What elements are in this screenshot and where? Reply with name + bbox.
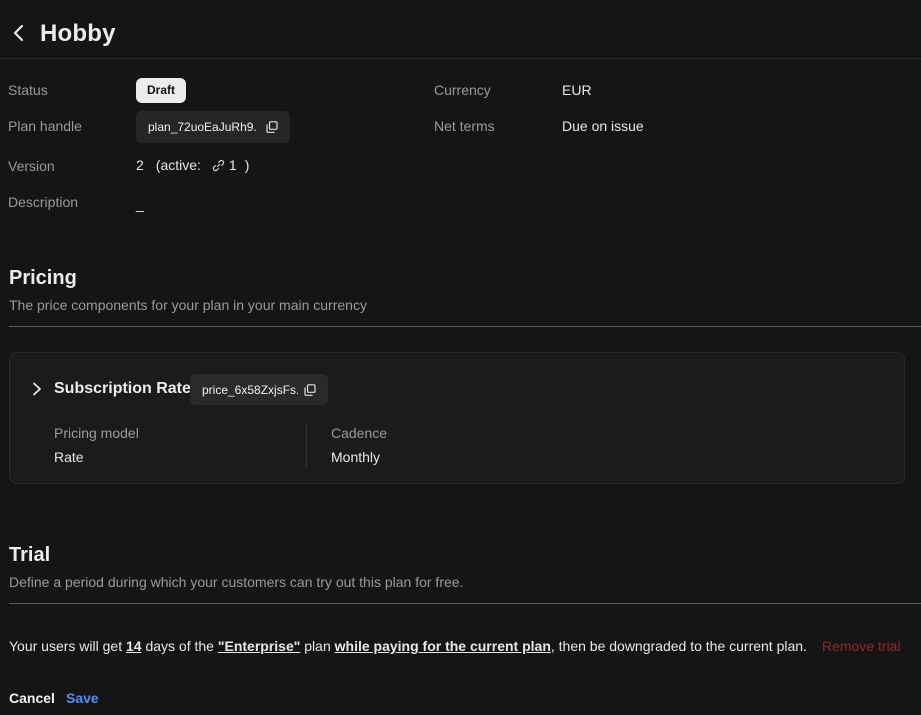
plan-handle-chip[interactable]: plan_72uoEaJuRh9... (136, 111, 290, 143)
trial-sentence: Your users will get 14 days of the "Ente… (9, 638, 807, 654)
net-terms-label: Net terms (434, 118, 495, 134)
currency-value: EUR (562, 82, 592, 98)
trial-text-part2: days of the (141, 638, 218, 654)
pricing-subtitle: The price components for your plan in yo… (9, 297, 367, 313)
pricing-model-label: Pricing model (54, 425, 139, 441)
price-component-card (9, 352, 905, 484)
price-handle-chip[interactable]: price_6x58ZxjsFs... (190, 374, 328, 405)
status-label: Status (8, 82, 48, 98)
plan-handle-value: plan_72uoEaJuRh9... (148, 120, 256, 134)
trial-text-part3: plan (300, 638, 335, 654)
version-row: 2 (active: 1 ) (136, 157, 249, 173)
column-divider (306, 424, 307, 467)
pricing-title: Pricing (9, 267, 77, 289)
currency-label: Currency (434, 82, 491, 98)
cadence-value: Monthly (331, 449, 381, 465)
description-value: _ (136, 196, 144, 212)
chevron-left-icon[interactable] (8, 22, 30, 44)
version-active-suffix: ) (244, 157, 250, 173)
net-terms-value: Due on issue (562, 118, 644, 134)
header-divider (0, 58, 921, 59)
version-active-value[interactable]: 1 (229, 157, 237, 173)
trial-divider (9, 603, 921, 604)
trial-plan[interactable]: "Enterprise" (218, 638, 301, 654)
cancel-button[interactable]: Cancel (9, 690, 55, 706)
description-label: Description (8, 194, 79, 210)
pricing-divider (9, 326, 921, 327)
price-component-name[interactable]: Subscription Rate (54, 380, 191, 398)
trial-text-part4: , then be downgraded to the current plan… (550, 638, 807, 654)
page-title: Hobby (40, 20, 116, 47)
remove-trial-link[interactable]: Remove trial (822, 638, 901, 654)
version-value: 2 (136, 157, 144, 173)
pricing-model-value: Rate (54, 449, 84, 465)
version-active-prefix: (active: (155, 157, 201, 173)
version-label: Version (8, 158, 55, 174)
status-badge: Draft (136, 78, 187, 103)
copy-icon[interactable] (266, 121, 278, 133)
chevron-right-icon[interactable] (31, 382, 43, 396)
cadence-label: Cadence (331, 425, 388, 441)
trial-condition[interactable]: while paying for the current plan (335, 638, 551, 654)
plan-handle-label: Plan handle (8, 118, 82, 134)
link-icon[interactable] (212, 159, 225, 172)
trial-subtitle: Define a period during which your custom… (9, 574, 464, 590)
trial-title: Trial (9, 544, 51, 566)
price-handle-value: price_6x58ZxjsFs... (202, 382, 298, 397)
trial-text-part1: Your users will get (9, 638, 126, 654)
copy-icon[interactable] (304, 383, 316, 396)
save-button[interactable]: Save (66, 690, 99, 706)
trial-days[interactable]: 14 (126, 638, 142, 654)
